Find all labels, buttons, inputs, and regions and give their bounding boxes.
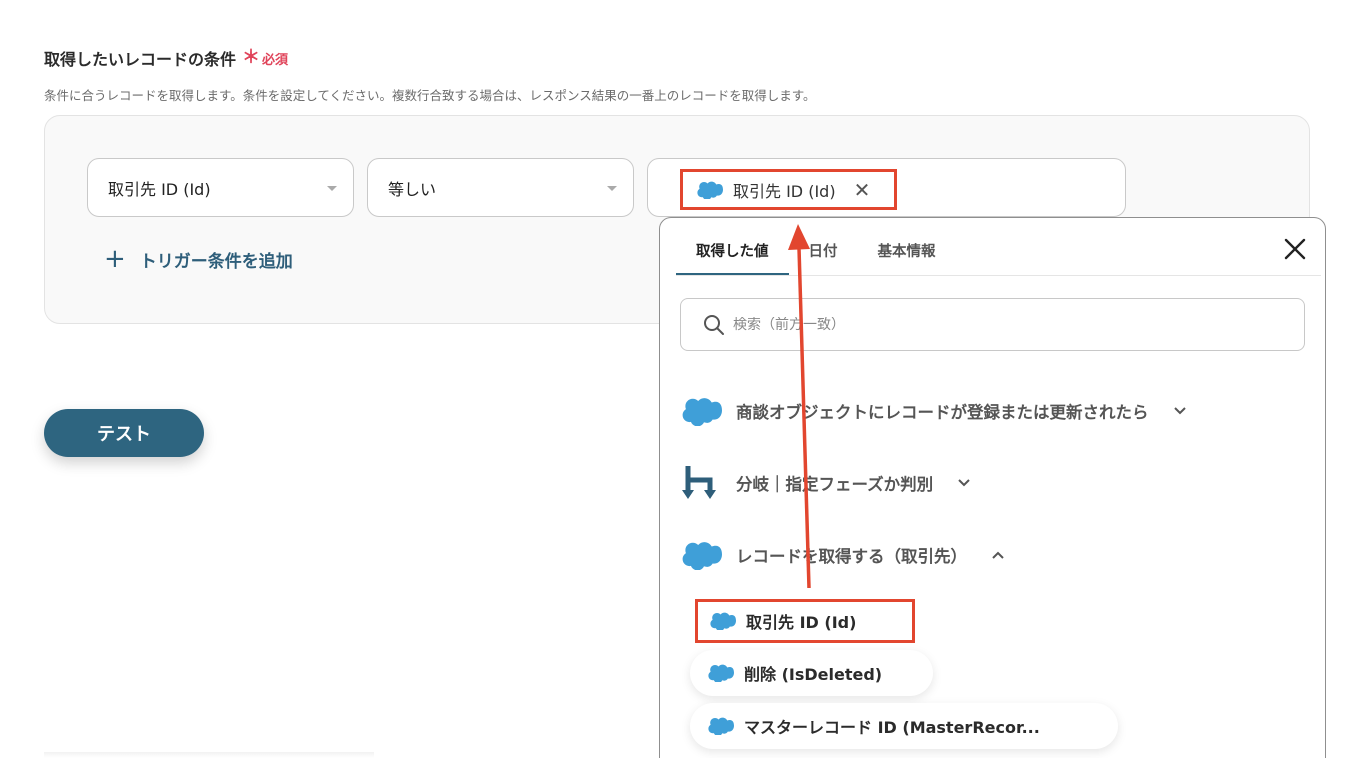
field-select[interactable]: 取引先 ID (Id) bbox=[87, 158, 354, 217]
group-label: レコードを取得する（取引先） bbox=[736, 547, 967, 566]
section-title-text: 取得したいレコードの条件 bbox=[44, 50, 237, 69]
chevron-down-icon bbox=[958, 479, 970, 487]
salesforce-cloud-icon bbox=[708, 664, 734, 682]
required-asterisk: ＊ bbox=[242, 47, 261, 68]
required-badge: ＊ 必須 bbox=[242, 49, 288, 68]
add-trigger-label: トリガー条件を追加 bbox=[139, 251, 293, 272]
field-item-label: 削除 (IsDeleted) bbox=[744, 665, 883, 684]
branch-icon bbox=[682, 466, 716, 499]
field-item-label: 取引先 ID (Id) bbox=[746, 613, 857, 632]
caret-down-icon bbox=[327, 186, 337, 191]
value-chip-label: 取引先 ID (Id) bbox=[733, 181, 836, 201]
bottom-fade bbox=[44, 752, 374, 758]
tab-basic-info[interactable]: 基本情報 bbox=[858, 228, 956, 276]
group-get-account-record[interactable]: レコードを取得する（取引先） bbox=[682, 540, 1005, 570]
group-opportunity-trigger[interactable]: 商談オブジェクトにレコードが登録または更新されたら bbox=[682, 396, 1187, 426]
salesforce-cloud-icon bbox=[708, 717, 734, 735]
add-trigger-condition[interactable]: + トリガー条件を追加 bbox=[104, 246, 293, 272]
close-icon[interactable] bbox=[1282, 236, 1308, 262]
tabs-divider bbox=[676, 275, 1321, 276]
test-button[interactable]: テスト bbox=[44, 409, 204, 457]
operator-select[interactable]: 等しい bbox=[367, 158, 634, 217]
salesforce-cloud-icon bbox=[682, 398, 722, 426]
chip-close-icon[interactable]: ✕ bbox=[854, 180, 871, 200]
salesforce-cloud-icon bbox=[697, 181, 723, 199]
salesforce-cloud-icon bbox=[710, 612, 736, 630]
field-item-account-id[interactable]: 取引先 ID (Id) bbox=[695, 599, 915, 643]
tab-retrieved-values[interactable]: 取得した値 bbox=[676, 228, 789, 276]
field-item-is-deleted[interactable]: 削除 (IsDeleted) bbox=[690, 650, 933, 696]
search-field[interactable] bbox=[680, 298, 1305, 351]
group-label: 分岐｜指定フェーズか判別 bbox=[736, 475, 934, 494]
plus-icon: + bbox=[104, 244, 126, 274]
section-description: 条件に合うレコードを取得します。条件を設定してください。複数行合致する場合は、レ… bbox=[44, 88, 816, 103]
annotation-arrow bbox=[788, 224, 811, 589]
operator-select-value: 等しい bbox=[388, 179, 437, 199]
section-title: 取得したいレコードの条件 ＊ 必須 bbox=[44, 46, 288, 70]
field-item-master-record-id[interactable]: マスターレコード ID (MasterRecor... bbox=[690, 703, 1118, 749]
search-icon bbox=[704, 314, 724, 335]
field-item-label: マスターレコード ID (MasterRecor... bbox=[744, 718, 1040, 737]
caret-down-icon bbox=[607, 186, 617, 191]
salesforce-cloud-icon bbox=[682, 542, 722, 570]
chevron-down-icon bbox=[1173, 407, 1186, 415]
value-chip[interactable]: 取引先 ID (Id) ✕ bbox=[680, 169, 897, 210]
chevron-up-icon bbox=[992, 551, 1004, 559]
field-select-value: 取引先 ID (Id) bbox=[108, 179, 211, 199]
required-label: 必須 bbox=[262, 52, 289, 68]
group-branch[interactable]: 分岐｜指定フェーズか判別 bbox=[682, 464, 971, 502]
